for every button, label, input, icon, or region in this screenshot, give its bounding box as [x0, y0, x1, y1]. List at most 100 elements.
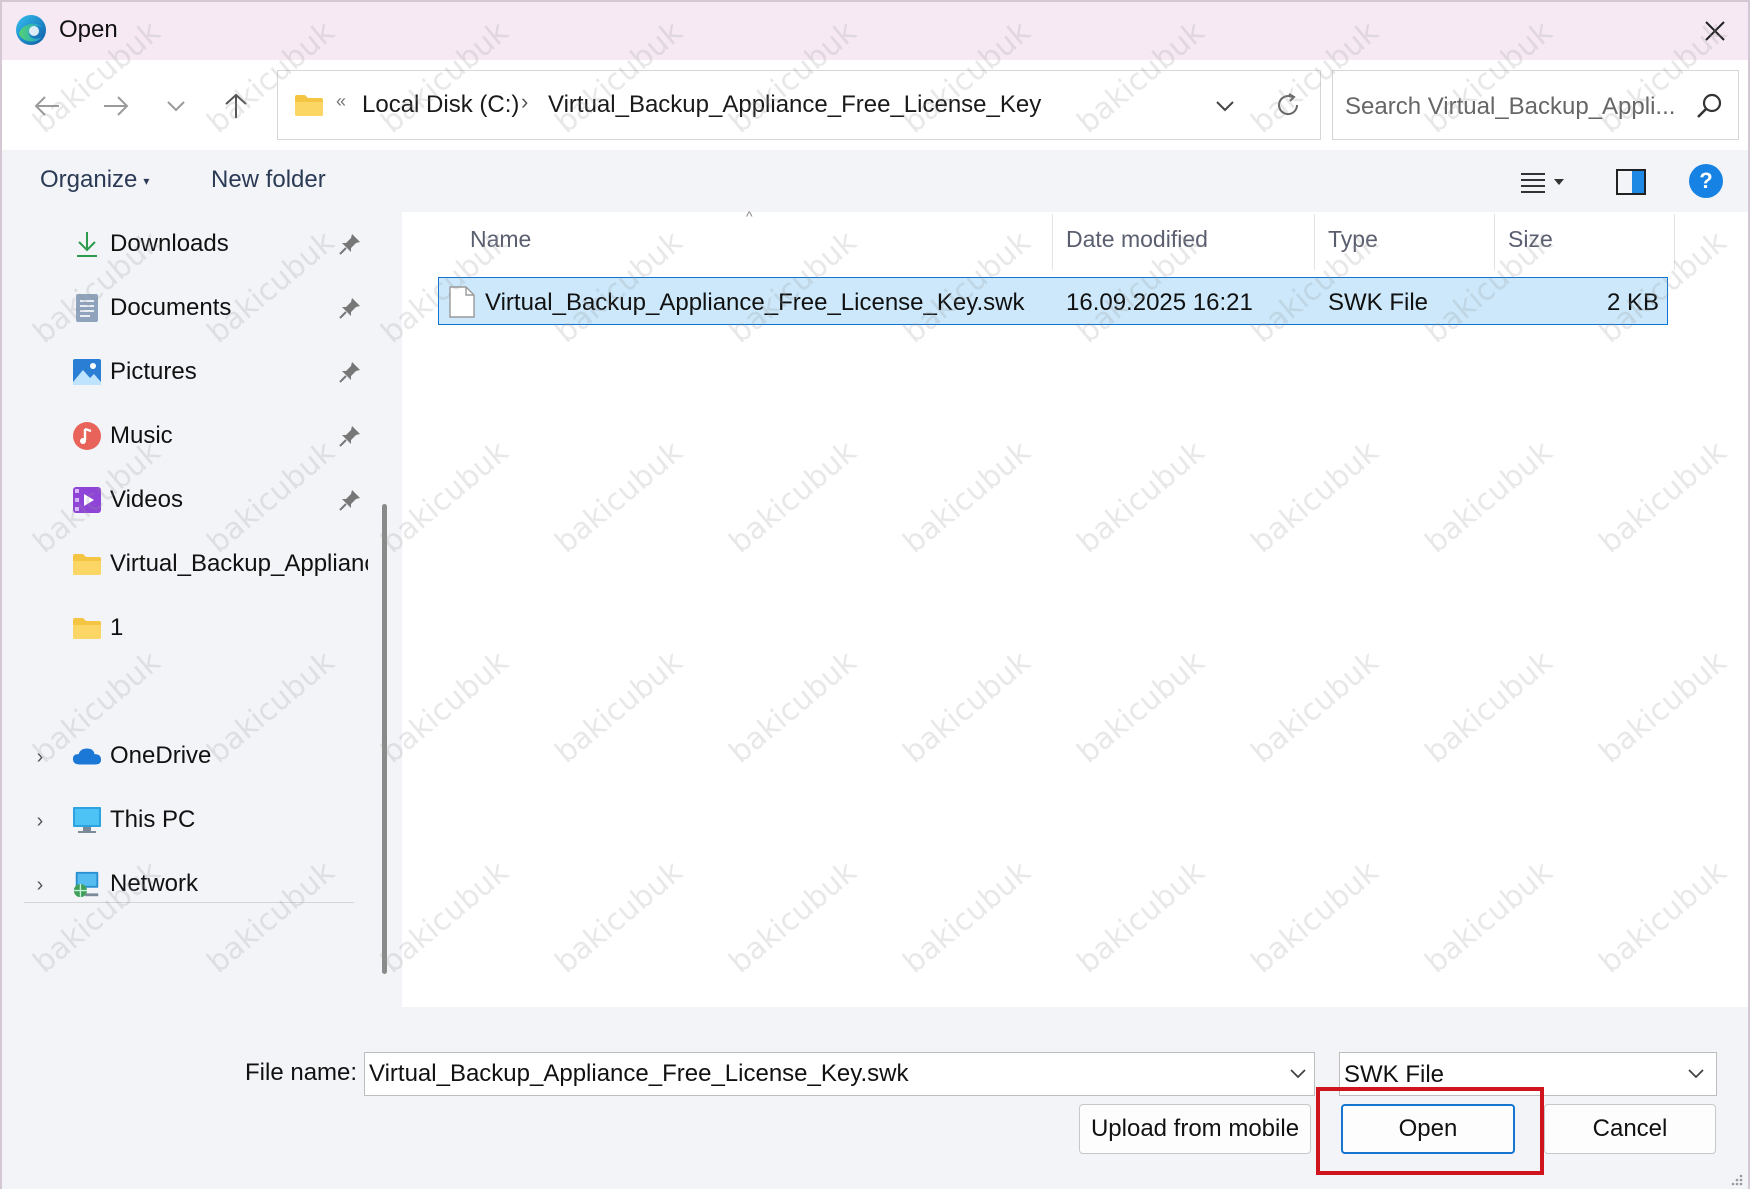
list-view-icon	[1521, 173, 1545, 193]
change-view-button[interactable]	[1520, 166, 1572, 198]
address-dropdown-button[interactable]	[1208, 91, 1242, 121]
expand-network-chevron[interactable]: ›	[30, 873, 50, 897]
search-box[interactable]: Search Virtual_Backup_Appli...	[1332, 70, 1739, 140]
sidebar-item-this-pc[interactable]: This PC	[72, 796, 195, 844]
sidebar-item-folder-1[interactable]: 1	[72, 604, 123, 652]
search-input[interactable]: Search Virtual_Backup_Appli...	[1345, 93, 1675, 121]
sidebar-item-onedrive[interactable]: OneDrive	[72, 732, 211, 780]
file-date-cell: 16.09.2025 16:21	[1066, 289, 1253, 316]
navigation-pane-scrollbar[interactable]	[382, 504, 387, 974]
column-divider[interactable]	[1674, 214, 1675, 270]
help-button[interactable]: ?	[1689, 164, 1723, 198]
file-list: ^ Name Date modified Type Size Virtual_B…	[402, 208, 1748, 1007]
sidebar-item-label: Documents	[110, 294, 232, 321]
sidebar-item-label: Pictures	[110, 358, 197, 385]
navigation-row: « Local Disk (C:) › Virtual_Backup_Appli…	[2, 60, 1748, 150]
sidebar-item-label: Music	[110, 422, 173, 449]
file-row-selected[interactable]: Virtual_Backup_Appliance_Free_License_Ke…	[438, 277, 1668, 325]
sidebar-item-label: Videos	[110, 486, 183, 513]
cancel-button[interactable]: Cancel	[1544, 1104, 1716, 1154]
navigation-pane: Downloads Documents Pictures Music Video…	[2, 212, 376, 1007]
sidebar-item-label: Virtual_Backup_Applianc	[110, 550, 377, 577]
arrow-up-icon	[225, 93, 247, 118]
folder-icon	[295, 95, 323, 116]
pin-icon[interactable]	[338, 296, 362, 320]
open-file-dialog: Open « Local Disk (C:) › Virtual_Backup_…	[0, 0, 1750, 1189]
column-header-date-modified[interactable]: Date modified	[1066, 226, 1208, 253]
expand-this-pc-chevron[interactable]: ›	[30, 809, 50, 833]
pin-icon[interactable]	[338, 424, 362, 448]
expand-onedrive-chevron[interactable]: ›	[30, 745, 50, 769]
sidebar-item-network[interactable]: Network	[72, 860, 198, 908]
arrow-right-icon	[104, 96, 129, 116]
back-button[interactable]	[27, 86, 67, 126]
search-icon[interactable]	[1694, 91, 1724, 121]
refresh-button[interactable]	[1270, 87, 1306, 123]
sidebar-item-label: Downloads	[110, 230, 229, 257]
pin-icon[interactable]	[338, 360, 362, 384]
file-name-cell: Virtual_Backup_Appliance_Free_License_Ke…	[485, 289, 1025, 316]
dialog-title: Open	[59, 16, 118, 43]
file-type-cell: SWK File	[1328, 289, 1429, 316]
chevron-down-icon	[1688, 1069, 1704, 1079]
breadcrumb-separator[interactable]: ›	[521, 89, 528, 115]
music-icon	[73, 422, 101, 450]
onedrive-icon	[72, 748, 102, 765]
column-header-size[interactable]: Size	[1508, 226, 1553, 253]
breadcrumb-local-disk[interactable]: Local Disk (C:)	[362, 91, 519, 119]
chevron-down-icon	[1216, 101, 1234, 112]
new-folder-button[interactable]: New folder	[211, 166, 326, 194]
documents-icon	[76, 294, 98, 322]
address-bar[interactable]: « Local Disk (C:) › Virtual_Backup_Appli…	[277, 70, 1321, 140]
download-icon	[77, 232, 97, 257]
sidebar-item-label: OneDrive	[110, 742, 212, 769]
folder-icon	[73, 554, 101, 575]
column-divider[interactable]	[1494, 214, 1495, 270]
sidebar-item-label: 1	[110, 614, 124, 641]
sidebar-item-music[interactable]: Music	[72, 412, 173, 460]
chevron-down-icon	[167, 101, 185, 112]
sidebar-item-label: Network	[110, 870, 199, 897]
sidebar-item-label: This PC	[110, 806, 196, 833]
column-divider[interactable]	[1052, 214, 1053, 270]
pin-icon[interactable]	[338, 488, 362, 512]
upload-from-mobile-button[interactable]: Upload from mobile	[1079, 1104, 1311, 1154]
videos-icon	[73, 487, 101, 513]
close-button[interactable]	[1682, 2, 1748, 60]
sidebar-item-pictures[interactable]: Pictures	[72, 348, 197, 396]
caret-down-icon	[1554, 179, 1564, 185]
pictures-icon	[73, 359, 101, 385]
address-overflow[interactable]: «	[336, 91, 346, 112]
organize-button[interactable]: Organize ▾	[40, 166, 149, 194]
pin-icon[interactable]	[338, 232, 362, 256]
this-pc-icon	[73, 807, 101, 833]
edge-browser-icon	[16, 15, 46, 45]
file-size-cell: 2 KB	[1606, 289, 1659, 316]
sidebar-item-virtual-backup-folder[interactable]: Virtual_Backup_Applianc	[72, 540, 376, 588]
close-icon	[1705, 21, 1725, 41]
folder-icon	[73, 618, 101, 639]
recent-locations-button[interactable]	[156, 86, 196, 126]
column-header-name[interactable]: Name	[470, 226, 531, 253]
preview-pane-icon[interactable]	[1615, 166, 1647, 198]
breadcrumb-current-folder[interactable]: Virtual_Backup_Appliance_Free_License_Ke…	[548, 91, 1041, 119]
chevron-down-icon	[1290, 1069, 1306, 1079]
organize-label: Organize	[40, 166, 138, 193]
caret-down-icon: ▾	[143, 173, 150, 188]
file-name-dropdown[interactable]	[1284, 1059, 1312, 1089]
file-name-field[interactable]	[364, 1052, 1315, 1096]
refresh-icon	[1278, 93, 1299, 116]
network-icon	[73, 871, 99, 898]
column-divider[interactable]	[1314, 214, 1315, 270]
file-icon	[449, 286, 475, 318]
column-header-type[interactable]: Type	[1328, 226, 1378, 253]
sidebar-item-downloads[interactable]: Downloads	[72, 220, 229, 268]
title-bar: Open	[2, 2, 1748, 60]
sidebar-item-documents[interactable]: Documents	[72, 284, 231, 332]
forward-button[interactable]	[96, 86, 136, 126]
command-bar: Organize ▾ New folder ?	[2, 150, 1748, 212]
resize-grip-icon[interactable]	[1728, 1171, 1744, 1187]
up-button[interactable]	[216, 86, 256, 126]
sidebar-item-videos[interactable]: Videos	[72, 476, 183, 524]
annotation-highlight-box	[1316, 1087, 1544, 1175]
